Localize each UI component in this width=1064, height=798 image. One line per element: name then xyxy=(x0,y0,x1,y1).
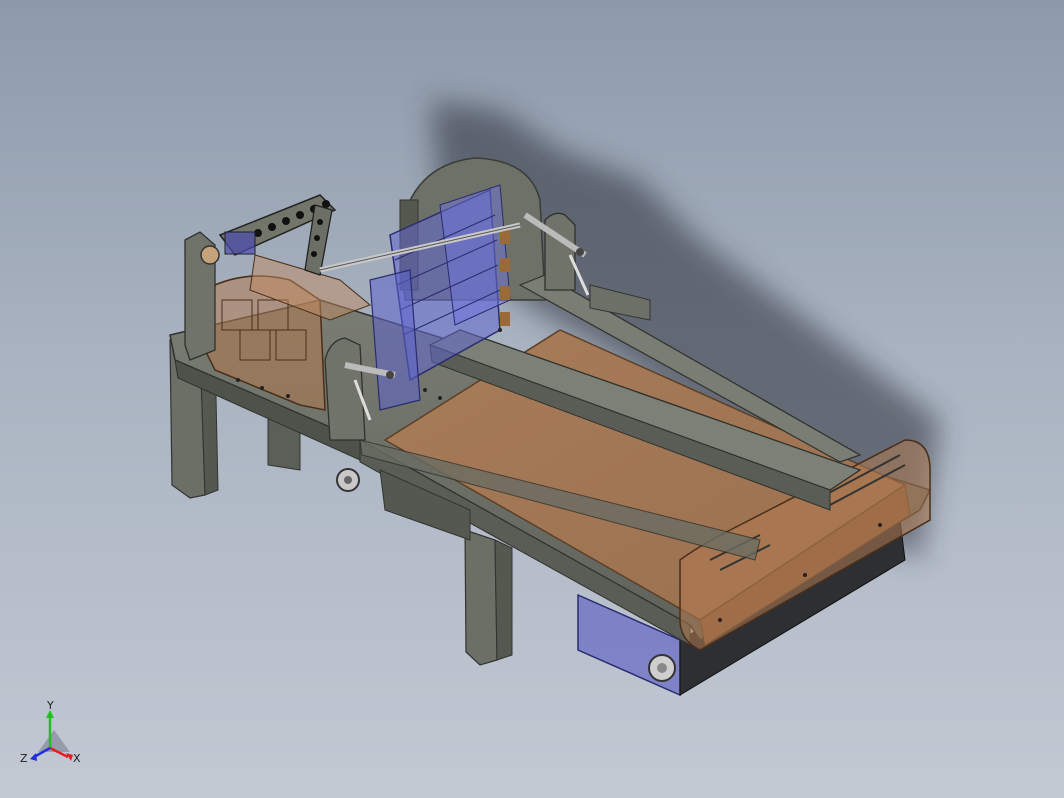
right-legs xyxy=(464,529,513,666)
z-axis-label: Z xyxy=(20,752,28,765)
x-axis-label: X xyxy=(73,752,81,765)
orientation-triad: Y X Z xyxy=(20,700,81,765)
y-axis-label: Y xyxy=(46,700,54,712)
cad-viewport[interactable] xyxy=(0,0,1064,798)
left-bracket xyxy=(184,231,220,361)
